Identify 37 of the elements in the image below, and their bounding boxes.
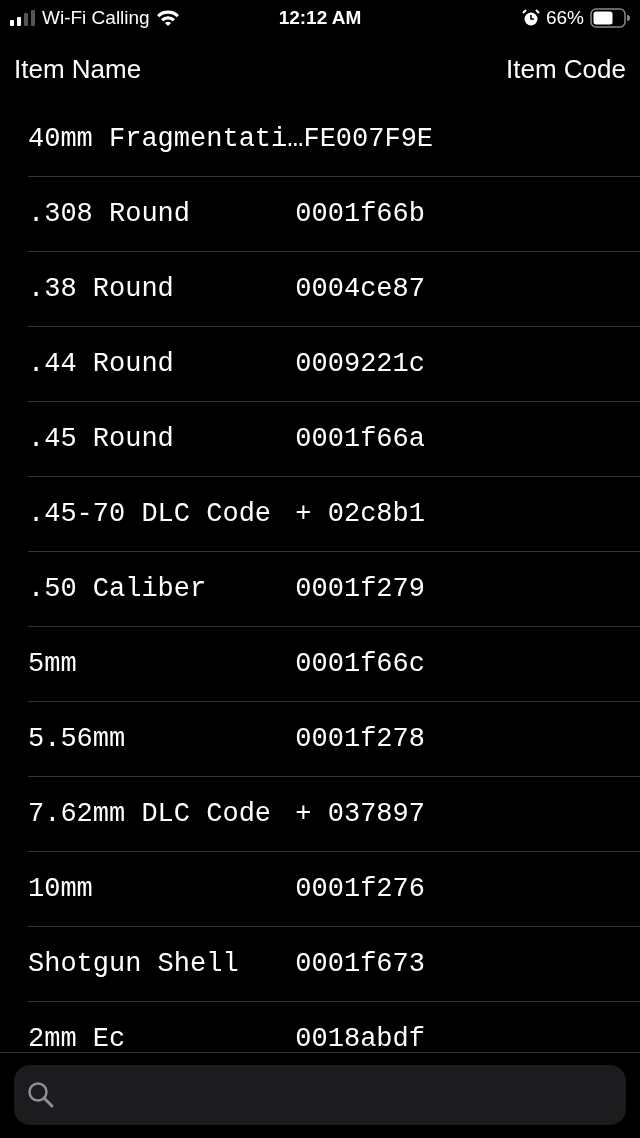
- item-name: 7.62mm DLC Code: [28, 799, 273, 829]
- item-name: Shotgun Shell: [28, 949, 240, 979]
- clock-time: 12:12 AM: [278, 7, 362, 28]
- column-header: Item Code: [506, 53, 626, 85]
- item-code: 0001f66a: [295, 424, 425, 454]
- item-name: .50 Caliber: [28, 574, 208, 604]
- item-code: + 037897: [295, 799, 425, 829]
- item-code: 0001f66c: [295, 649, 425, 679]
- item-name: .44 Round: [28, 349, 175, 379]
- column-header: Item Name: [14, 53, 142, 85]
- item-name: 5.56mm: [28, 724, 127, 754]
- item-name: .38 Round: [28, 274, 175, 304]
- item-name: .45 Round: [28, 424, 175, 454]
- item-code: 0009221c: [295, 349, 425, 379]
- item-code: 0001f279: [295, 574, 425, 604]
- search-icon: [26, 1080, 56, 1110]
- item-name: 5mm: [28, 649, 78, 679]
- item-code: FE007F9E: [303, 124, 434, 154]
- battery-percent: 66%: [545, 7, 584, 29]
- item-code: 0001f66b: [295, 199, 425, 229]
- item-code: 0001f276: [295, 874, 425, 904]
- alarm-icon: [521, 9, 540, 27]
- item-name: .45-70 DLC Code: [28, 499, 273, 529]
- item-code: 0004ce87: [295, 274, 425, 304]
- item-code: 0018abdf: [295, 1024, 425, 1052]
- carrier-label: Wi-Fi Calling: [42, 7, 150, 29]
- item-code: 0001f278: [295, 724, 425, 754]
- item-code: + 02c8b1: [295, 499, 425, 529]
- item-name: 10mm: [28, 874, 94, 904]
- signal-icon: [10, 10, 36, 26]
- item-name: 40mm Fragmentati…: [28, 124, 304, 154]
- item-code: 0001f673: [295, 949, 425, 979]
- item-name: 2mm Ec: [28, 1024, 127, 1052]
- search-field[interactable]: [14, 1065, 626, 1125]
- item-name: .308 Round: [28, 199, 192, 229]
- battery-icon: [590, 8, 630, 28]
- wifi-icon: [155, 9, 180, 27]
